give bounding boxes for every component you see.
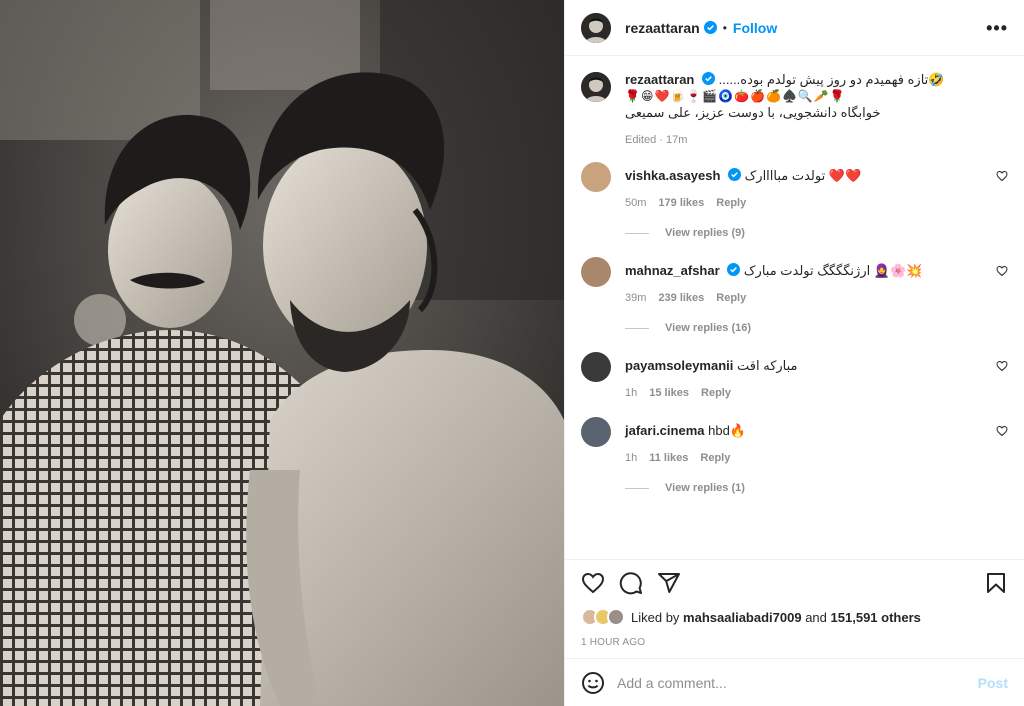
comment-item: payamsoleymanii مبارکه اقت 1h 15 likes Rep… [581, 352, 1008, 399]
add-comment-input[interactable] [617, 674, 978, 691]
reply-button[interactable]: Reply [701, 387, 731, 399]
like-heart-icon[interactable] [581, 571, 605, 595]
liker-avatars[interactable] [581, 608, 625, 626]
post-timestamp[interactable]: 1 HOUR AGO [581, 632, 1008, 654]
commenter-username[interactable]: vishka.asayesh [625, 168, 720, 183]
like-comment-heart-icon[interactable] [996, 425, 1008, 437]
comment-item: jafari.cinema hbd🔥 1h 11 likes Reply View … [581, 417, 1008, 494]
view-replies-label: View replies (9) [665, 227, 745, 239]
verified-badge-icon [728, 168, 742, 181]
liked-by-and: and [805, 609, 827, 625]
author-avatar[interactable] [581, 12, 611, 43]
comment-text: مبارکه اقت [737, 358, 798, 373]
caption-text: ......تازه فهمیدم دو روز پیش تولدم بوده [718, 72, 929, 87]
post-sidebar: rezaattaran • Follow ••• rezaattaran ...… [564, 0, 1024, 706]
caption-emoji-line: 🌹😁❤️🍺🍷🎬🧿🍅🍎🍊♠️🔍🥕🌹 [625, 89, 846, 103]
comment-time: 1h [625, 387, 638, 399]
comment-time: 50m [625, 197, 647, 209]
add-comment-bar: Post [565, 658, 1024, 706]
commenter-username[interactable]: jafari.cinema [625, 423, 705, 438]
caption-meta: Edited · 17m [625, 134, 688, 146]
liked-by-user[interactable]: mahsaaliabadi7009 [683, 610, 802, 625]
verified-badge-icon [702, 72, 715, 85]
post-header: rezaattaran • Follow ••• [565, 0, 1024, 56]
comment-item: mahnaz_afshar ارژنگگگگ تولدت مبارک 🧕🌸💥 3… [581, 257, 1008, 334]
caption-username[interactable]: rezaattaran [625, 72, 694, 87]
commenter-avatar[interactable] [581, 257, 611, 287]
likes-summary: Liked by mahsaaliabadi7009 and 151,591 o… [581, 606, 1008, 628]
view-replies-button[interactable]: View replies (16) [625, 322, 1008, 334]
commenter-avatar[interactable] [581, 352, 611, 382]
view-replies-button[interactable]: View replies (9) [625, 227, 1008, 239]
verified-badge-icon [703, 21, 717, 34]
view-replies-label: View replies (1) [665, 482, 745, 494]
comment-likes[interactable]: 11 likes [649, 452, 688, 464]
comment-text: ارژنگگگگ تولدت مبارک 🧕🌸💥 [743, 263, 923, 278]
share-paper-plane-icon[interactable] [657, 571, 681, 595]
commenter-username[interactable]: payamsoleymanii [625, 358, 733, 373]
like-comment-heart-icon[interactable] [996, 360, 1008, 372]
instagram-post: rezaattaran • Follow ••• rezaattaran ...… [0, 0, 1024, 706]
comments-list[interactable]: rezaattaran ......تازه فهمیدم دو روز پیش… [565, 56, 1024, 559]
liked-by-prefix: Liked by [631, 609, 680, 625]
commenter-username[interactable]: mahnaz_afshar [625, 263, 720, 278]
commenter-avatar[interactable] [581, 162, 611, 192]
comment-text: تولدت مباااارک ❤️❤️ [744, 168, 862, 183]
like-comment-heart-icon[interactable] [996, 170, 1008, 182]
emoji-smiley-icon[interactable] [581, 671, 605, 695]
comment-text: hbd🔥 [708, 423, 747, 438]
post-actions: Liked by mahsaaliabadi7009 and 151,591 o… [565, 559, 1024, 654]
post-caption: rezaattaran ......تازه فهمیدم دو روز پیش… [581, 72, 1008, 146]
comment-time: 1h [625, 452, 638, 464]
view-replies-label: View replies (16) [665, 322, 752, 334]
comment-likes[interactable]: 15 likes [649, 387, 689, 399]
header-separator: • [722, 20, 727, 35]
save-bookmark-icon[interactable] [984, 571, 1008, 595]
like-comment-heart-icon[interactable] [996, 265, 1008, 277]
comment-item: vishka.asayesh تولدت مباااارک ❤️❤️ 50m 17… [581, 162, 1008, 239]
comment-time: 39m [625, 292, 647, 304]
reply-button[interactable]: Reply [716, 197, 746, 209]
follow-button[interactable]: Follow [733, 20, 777, 36]
reply-button[interactable]: Reply [700, 452, 730, 464]
post-comment-button[interactable]: Post [978, 675, 1008, 691]
action-icons [581, 560, 1008, 606]
post-photo[interactable] [0, 0, 564, 706]
more-options-button[interactable]: ••• [986, 19, 1008, 37]
verified-badge-icon [727, 263, 741, 276]
black-and-white-photo [0, 0, 564, 706]
comment-likes[interactable]: 179 likes [658, 197, 704, 209]
commenter-avatar[interactable] [581, 417, 611, 447]
comment-likes[interactable]: 239 likes [658, 292, 704, 304]
liked-by-others[interactable]: 151,591 others [831, 610, 921, 625]
reply-button[interactable]: Reply [716, 292, 746, 304]
caption-emoji: 🤣 [928, 72, 945, 87]
caption-persian-line: خوابگاه دانشجویی، با دوست عزیز، علی سمیع… [625, 105, 881, 120]
view-replies-button[interactable]: View replies (1) [625, 482, 1008, 494]
comment-bubble-icon[interactable] [619, 571, 643, 595]
author-username[interactable]: rezaattaran [625, 20, 700, 36]
author-avatar[interactable] [581, 72, 611, 102]
